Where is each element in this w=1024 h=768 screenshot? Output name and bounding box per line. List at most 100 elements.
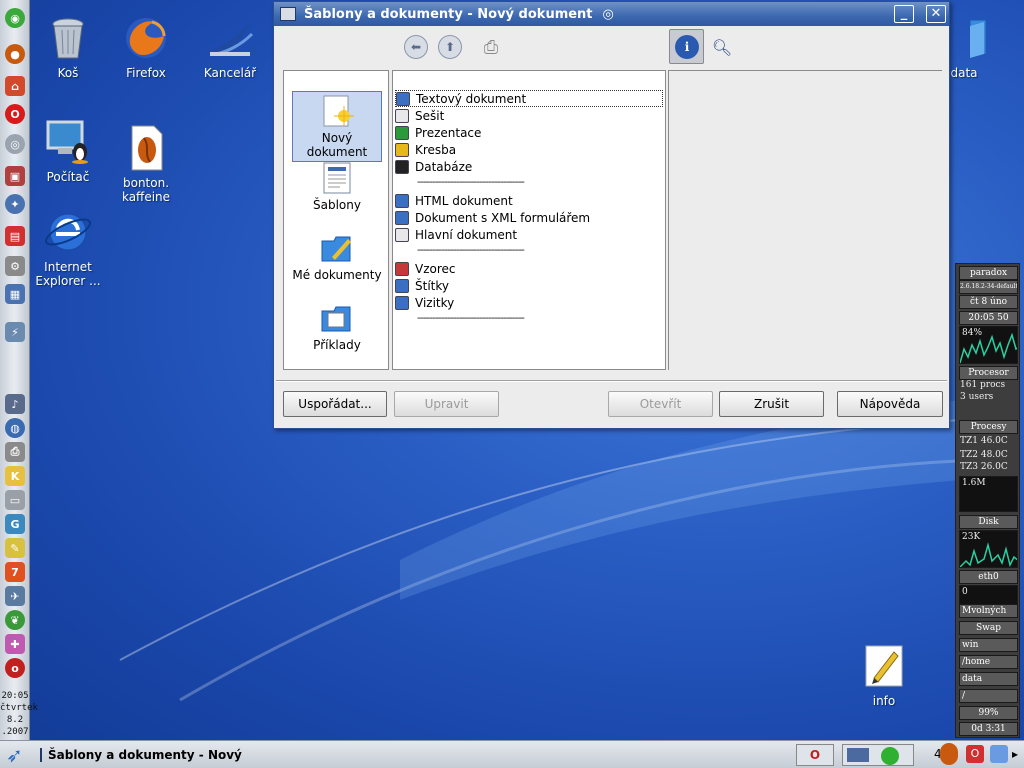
category-my-documents[interactable]: Mé dokumenty [292,231,382,282]
desktop-icon-info[interactable]: info [844,642,924,708]
desktop-icon-office[interactable]: Kancelář [190,14,270,80]
start-menu-icon[interactable]: ➶ [6,743,30,767]
desktop-icon-computer[interactable]: Počítač [28,118,108,184]
sticky-icon[interactable]: ◎ [603,7,614,22]
taskbar-task[interactable]: Šablony a dokumenty - Nový do [40,743,246,767]
desktop-icon-trash[interactable]: Koš [28,14,108,80]
kaffeine-icon[interactable]: ● [5,44,25,64]
help-button[interactable]: Nápověda [837,391,943,417]
template-item[interactable]: Prezentace [395,124,481,141]
note-icon [860,642,908,690]
leaf-icon[interactable]: ❦ [5,610,25,630]
category-examples[interactable]: Příklady [292,301,382,352]
plane-icon[interactable]: ✈ [5,586,25,606]
desktop-icon-label: Kancelář [203,66,257,80]
speaker-icon[interactable]: ♪ [5,394,25,414]
suse-menu-icon[interactable]: ◉ [5,8,25,28]
disk-graph: 23K [959,530,1018,568]
network-icon[interactable]: ▣ [5,166,25,186]
battery: 99% [959,706,1018,720]
disk-title: Disk [959,515,1018,529]
clock-year: .2007 [1,727,29,737]
usb-icon[interactable]: ⚡ [5,322,25,342]
lock-tray-icon[interactable] [990,745,1008,763]
temp-2: TZ2 48.0C [960,450,1008,460]
close-button[interactable]: ✕ [926,5,946,23]
template-item[interactable]: Vzorec [395,260,456,277]
processes-title: Procesy [959,420,1018,434]
desktop-icon-label: Internet Explorer ... [35,260,101,288]
calendar-icon[interactable]: ▤ [5,226,25,246]
globe-icon[interactable]: ◍ [5,418,25,438]
compass-icon[interactable]: ✦ [5,194,25,214]
disk-value: 23K [962,532,981,542]
dialog-toolbar: ⬅ ⬆ ⎙ i 🔍︎ [274,27,949,67]
temp-label: TZ3 [960,462,978,472]
mount-1: Swap [959,621,1018,635]
printer-icon[interactable]: ⎙ [5,442,25,462]
template-item[interactable]: Štítky [395,277,449,294]
template-item[interactable]: Sešit [395,107,444,124]
window-icon [280,7,296,21]
category-label: Příklady [313,338,361,352]
cd-icon[interactable]: ◎ [5,134,25,154]
category-new-document[interactable]: Nový dokument [292,91,382,162]
template-item[interactable]: Kresba [395,141,456,158]
edit-button[interactable]: Upravit [394,391,499,417]
list-separator: ------------------------------------ [417,243,525,256]
notes-icon[interactable]: ✎ [5,538,25,558]
tray-windows[interactable] [842,744,914,766]
cancel-button[interactable]: Zrušit [719,391,824,417]
document-type-icon [395,108,409,123]
mount-5: / [959,689,1018,703]
tools-icon[interactable]: ⚙ [5,256,25,276]
internet-explorer-icon [44,208,92,256]
template-item[interactable]: Databáze [395,158,472,175]
mount-4: data [959,672,1018,686]
open-button[interactable]: Otevřít [608,391,713,417]
template-item[interactable]: Dokument s XML formulářem [395,209,590,226]
category-label: Nový dokument [306,131,368,159]
print-icon[interactable]: ⎙ [479,35,503,59]
arrow-right-icon[interactable]: ▸ [1012,747,1018,761]
desktop-icon-ie[interactable]: Internet Explorer ... [28,208,108,288]
template-item[interactable]: HTML dokument [395,192,513,209]
template-item[interactable]: Vizitky [395,294,454,311]
taskbar: ➶ Šablony a dokumenty - Nový do O 4 O ▸ [0,740,1024,768]
system-monitor: paradox 2.6.18.2-34-default čt 8 úno 20:… [955,263,1020,738]
organize-button[interactable]: Uspořádat... [283,391,387,417]
task-window-icon [40,748,42,762]
template-item[interactable]: Hlavní dokument [395,226,517,243]
document-type-icon [395,142,409,157]
g-icon[interactable]: G [5,514,25,534]
kaffeine-tray-icon[interactable] [940,743,958,765]
desktop-icon-bonton[interactable]: bonton. kaffeine [106,124,186,204]
template-item-label: Vizitky [415,295,455,310]
k-icon[interactable]: K [5,466,25,486]
info-button[interactable]: i [669,29,704,64]
desktop-icon-firefox[interactable]: Firefox [106,14,186,80]
template-item[interactable]: Textový dokument [395,90,663,107]
temp-label: TZ2 [960,450,978,460]
mount-2: win [959,638,1018,652]
monitor-date: čt 8 úno [959,295,1018,309]
clock[interactable]: 20:05 čtvrtek 8.2 .2007 [0,690,38,738]
temp-value: 46.0C [980,436,1008,446]
home-icon[interactable]: ⌂ [5,76,25,96]
media-file-icon [122,124,170,172]
calendar7-icon[interactable]: 7 [5,562,25,582]
up-icon[interactable]: ⬆ [438,35,462,59]
category-templates[interactable]: Šablony [292,161,382,212]
opera-tray-button[interactable]: O [966,745,984,763]
dialog-titlebar[interactable]: Šablony a dokumenty - Nový dokument ◎ _ … [274,2,949,26]
drive-icon[interactable]: ▭ [5,490,25,510]
minimize-button[interactable]: _ [894,5,914,23]
preview-icon[interactable]: 🔍︎ [710,35,734,59]
tray-opera[interactable]: O [796,744,834,766]
back-icon[interactable]: ⬅ [404,35,428,59]
opera-small-icon[interactable]: o [5,658,25,678]
monitor-icon[interactable]: ▦ [5,284,25,304]
temp-3: TZ3 26.0C [960,462,1008,472]
opera-icon[interactable]: O [5,104,25,124]
puzzle-icon[interactable]: ✚ [5,634,25,654]
